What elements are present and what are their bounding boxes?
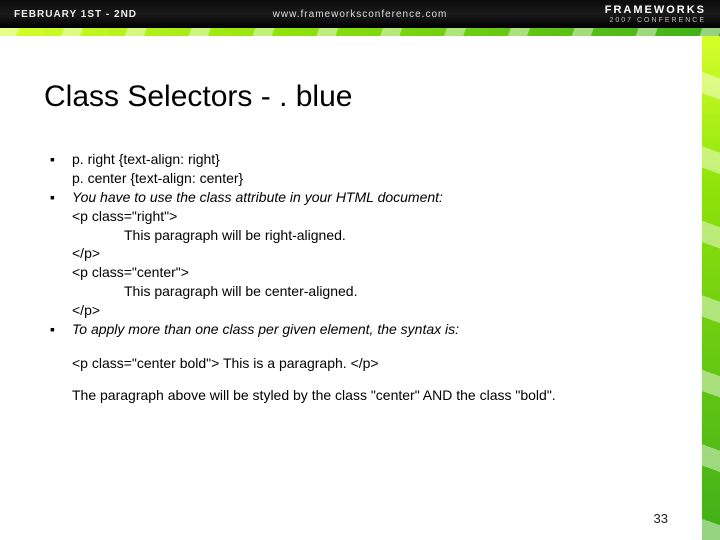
bullet-marker-icon: ▪	[50, 320, 72, 339]
brand-subtitle: 2007 CONFERENCE	[605, 17, 706, 24]
bullet-text: You have to use the class attribute in y…	[72, 188, 662, 320]
bullet-item: ▪ You have to use the class attribute in…	[50, 188, 662, 320]
slide-title: Class Selectors - . blue	[44, 80, 662, 114]
page-number: 33	[654, 511, 668, 526]
brand-name: FRAMEWORKS	[605, 5, 706, 16]
code-line: p. center {text-align: center}	[72, 169, 662, 188]
code-line: <p class="center">	[72, 263, 662, 282]
bullet-marker-icon: ▪	[50, 150, 72, 188]
slide-body: Class Selectors - . blue ▪ p. right {tex…	[0, 36, 702, 540]
accent-vertical-strip	[702, 36, 720, 540]
code-line-indented: This paragraph will be center-aligned.	[124, 282, 662, 301]
bullet-marker-icon: ▪	[50, 188, 72, 320]
explanation-text: The paragraph above will be styled by th…	[72, 385, 662, 405]
bullet-intro-text: You have to use the class attribute in y…	[72, 189, 443, 205]
code-line: </p>	[72, 244, 662, 263]
bullet-list: ▪ p. right {text-align: right} p. center…	[50, 150, 662, 339]
accent-horizontal-strip	[0, 28, 720, 36]
code-line: p. right {text-align: right}	[72, 150, 662, 169]
conference-dates: FEBRUARY 1ST - 2ND	[0, 9, 137, 20]
conference-url: www.frameworksconference.com	[273, 9, 448, 20]
brand-block: FRAMEWORKS 2007 CONFERENCE	[605, 5, 706, 24]
example-code-line: <p class="center bold"> This is a paragr…	[72, 353, 662, 373]
bullet-text: p. right {text-align: right} p. center {…	[72, 150, 662, 188]
code-line: <p class="right">	[72, 207, 662, 226]
code-line-indented: This paragraph will be right-aligned.	[124, 226, 662, 245]
bullet-item: ▪ To apply more than one class per given…	[50, 320, 662, 339]
bullet-item: ▪ p. right {text-align: right} p. center…	[50, 150, 662, 188]
bullet-text: To apply more than one class per given e…	[72, 320, 662, 339]
code-line: </p>	[72, 301, 662, 320]
top-bar: FEBRUARY 1ST - 2ND www.frameworksconfere…	[0, 0, 720, 28]
after-bullets-block: <p class="center bold"> This is a paragr…	[72, 353, 662, 406]
